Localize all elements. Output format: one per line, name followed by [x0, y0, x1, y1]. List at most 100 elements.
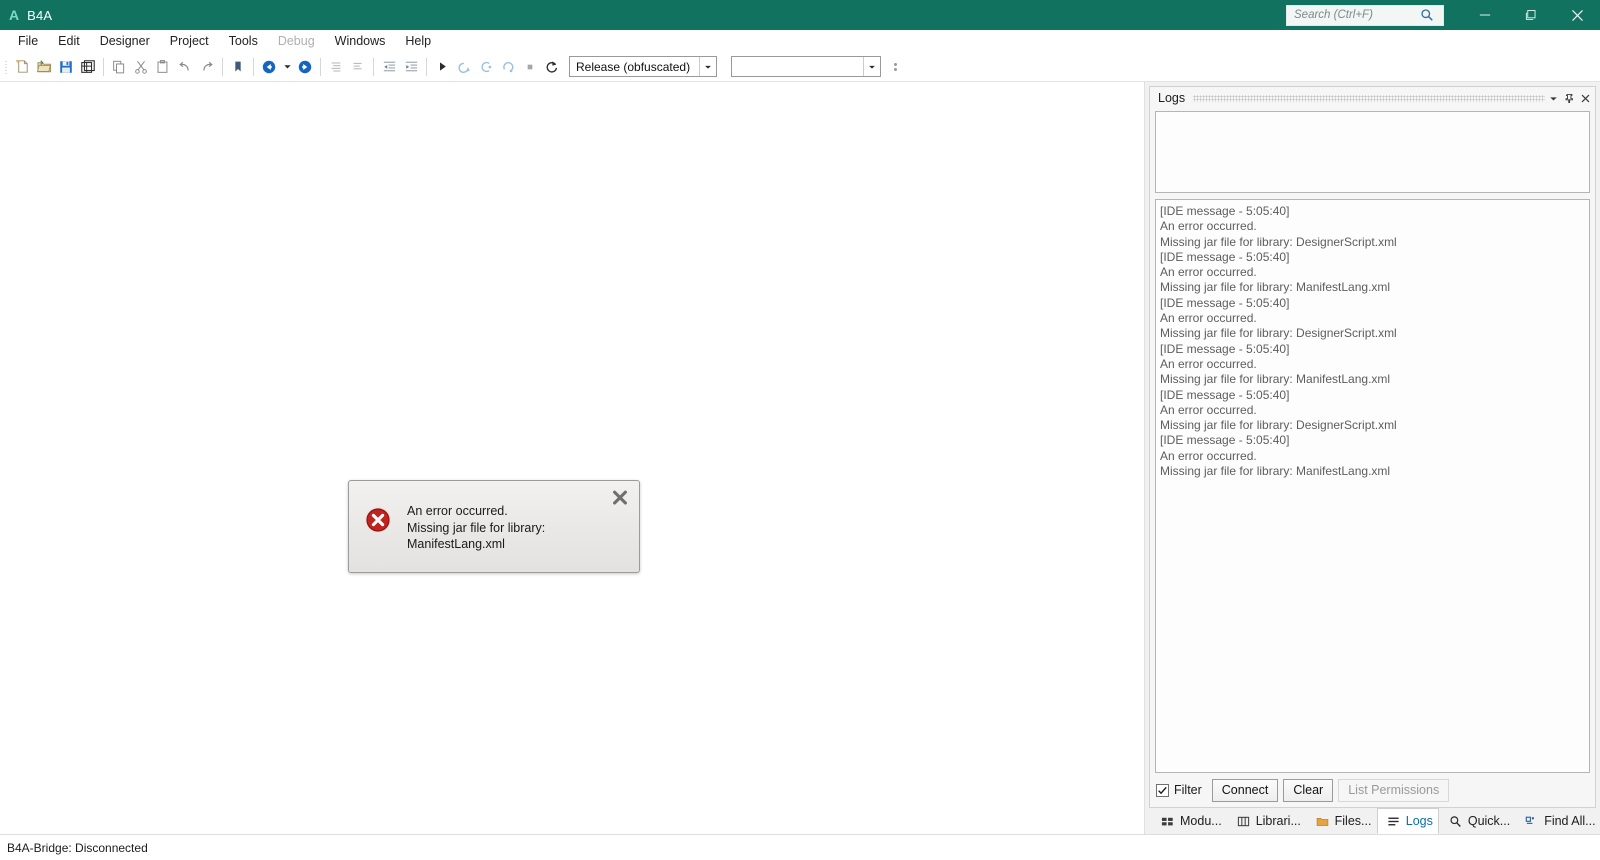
pin-icon[interactable] [1561, 89, 1577, 107]
tab-quick-search-label: Quick... [1467, 814, 1511, 828]
cut-icon[interactable] [130, 55, 152, 79]
dialog-close-icon[interactable] [611, 489, 629, 507]
maximize-button[interactable] [1508, 0, 1554, 30]
redo-icon[interactable] [196, 55, 218, 79]
log-line: An error occurred. [1160, 402, 1257, 417]
logs-dock-panel: Logs [IDE message - 5:05:40] An error oc… [1145, 82, 1600, 834]
build-configuration-value: Release (obfuscated) [576, 59, 691, 74]
navigate-forward-icon[interactable] [294, 55, 316, 79]
filter-checkbox-label: Filter [1174, 783, 1202, 797]
toolbar-separator [320, 57, 321, 76]
close-icon[interactable] [1577, 89, 1593, 107]
navigate-back-dropdown-icon[interactable] [280, 55, 294, 79]
find-all-icon [1524, 814, 1539, 828]
log-line: [IDE message - 5:05:40] [1160, 204, 1290, 218]
main-content-area: An error occurred. Missing jar file for … [0, 82, 1600, 834]
tab-files[interactable]: Files... [1306, 808, 1377, 834]
search-input[interactable] [1294, 9, 1420, 21]
step-into-icon[interactable] [475, 55, 497, 79]
toolbar-separator [426, 57, 427, 76]
build-configuration-select[interactable]: Release (obfuscated) [569, 56, 717, 77]
log-line: Missing jar file for library: DesignerSc… [1160, 326, 1397, 341]
tab-quick-search[interactable]: Quick... [1439, 808, 1515, 834]
dropdown-menu-icon[interactable] [1545, 89, 1561, 107]
menu-bar: File Edit Designer Project Tools Debug W… [0, 30, 1600, 52]
clear-button[interactable]: Clear [1283, 778, 1334, 802]
magnifier-icon [1448, 814, 1463, 828]
log-line: [IDE message - 5:05:40] [1160, 341, 1290, 356]
panel-drag-handle[interactable] [1193, 94, 1545, 102]
menu-help[interactable]: Help [395, 31, 441, 51]
tab-find-all-label: Find All... [1544, 814, 1596, 828]
tab-modules[interactable]: Modu... [1151, 808, 1227, 834]
error-dialog-message: An error occurred. Missing jar file for … [407, 503, 545, 553]
logs-action-bar: Filter Connect Clear List Permissions [1150, 773, 1595, 807]
step-over-icon[interactable] [453, 55, 475, 79]
log-line: [IDE message - 5:05:40] [1160, 295, 1290, 310]
tab-files-label: Files... [1334, 814, 1372, 828]
libraries-icon [1236, 814, 1251, 828]
toolbar-separator [253, 57, 254, 76]
save-all-icon[interactable] [77, 55, 99, 79]
align-left-icon[interactable] [325, 55, 347, 79]
navigate-back-icon[interactable] [258, 55, 280, 79]
files-folder-icon [1315, 814, 1330, 828]
error-dialog: An error occurred. Missing jar file for … [348, 480, 640, 573]
filter-checkbox[interactable]: Filter [1156, 783, 1202, 797]
step-out-icon[interactable] [497, 55, 519, 79]
minimize-button[interactable] [1462, 0, 1508, 30]
tab-logs[interactable]: Logs [1376, 808, 1439, 834]
menu-file[interactable]: File [8, 31, 48, 51]
toolbar-overflow-button[interactable] [890, 58, 900, 76]
log-line: An error occurred. [1160, 311, 1257, 326]
bookmark-icon[interactable] [227, 55, 249, 79]
restart-icon[interactable] [541, 55, 563, 79]
copy-icon[interactable] [108, 55, 130, 79]
search-box[interactable] [1286, 4, 1444, 26]
indent-decrease-icon[interactable] [378, 55, 400, 79]
paste-icon[interactable] [152, 55, 174, 79]
menu-edit[interactable]: Edit [48, 31, 90, 51]
log-line: Missing jar file for library: DesignerSc… [1160, 234, 1397, 249]
b4a-ide-window: A B4A File Edit Designer Project T [0, 0, 1600, 860]
log-line: [IDE message - 5:05:40] [1160, 249, 1290, 264]
error-line-1: An error occurred. [407, 504, 508, 518]
menu-project[interactable]: Project [160, 31, 219, 51]
close-button[interactable] [1554, 0, 1600, 30]
log-filter-textbox[interactable] [1155, 111, 1590, 193]
search-icon[interactable] [1420, 8, 1434, 22]
indent-increase-icon[interactable] [400, 55, 422, 79]
new-file-icon[interactable] [11, 55, 33, 79]
editor-pane[interactable]: An error occurred. Missing jar file for … [0, 82, 1145, 834]
tab-find-all[interactable]: Find All... [1515, 808, 1600, 834]
log-line: An error occurred. [1160, 219, 1257, 234]
tab-logs-label: Logs [1405, 814, 1433, 828]
stop-icon[interactable] [519, 55, 541, 79]
log-line: Missing jar file for library: ManifestLa… [1160, 280, 1391, 295]
chevron-down-icon[interactable] [863, 57, 880, 76]
tab-libraries[interactable]: Librari... [1227, 808, 1306, 834]
menu-tools[interactable]: Tools [219, 31, 268, 51]
toolbar-separator [103, 57, 104, 76]
toolbar-grip[interactable] [2, 58, 10, 76]
connect-button[interactable]: Connect [1211, 778, 1279, 802]
checkbox-box[interactable] [1156, 783, 1169, 797]
title-bar-right-controls [1286, 0, 1600, 30]
module-select[interactable] [731, 56, 881, 77]
save-icon[interactable] [55, 55, 77, 79]
menu-debug: Debug [277, 34, 315, 48]
log-line: [IDE message - 5:05:40] [1160, 433, 1290, 448]
error-line-3: ManifestLang.xml [407, 537, 505, 552]
menu-designer[interactable]: Designer [90, 31, 160, 51]
undo-icon[interactable] [174, 55, 196, 79]
log-output-list[interactable]: [IDE message - 5:05:40] An error occurre… [1155, 199, 1590, 773]
align-right-icon[interactable] [347, 55, 369, 79]
app-logo-icon: A [9, 7, 20, 23]
logs-dock-inner: Logs [IDE message - 5:05:40] An error oc… [1149, 86, 1596, 808]
menu-windows[interactable]: Windows [325, 31, 396, 51]
log-line: [IDE message - 5:05:40] [1160, 387, 1290, 402]
log-line: Missing jar file for library: ManifestLa… [1160, 372, 1391, 387]
run-icon[interactable] [431, 55, 453, 79]
chevron-down-icon[interactable] [699, 57, 716, 76]
open-folder-icon[interactable] [33, 55, 55, 79]
